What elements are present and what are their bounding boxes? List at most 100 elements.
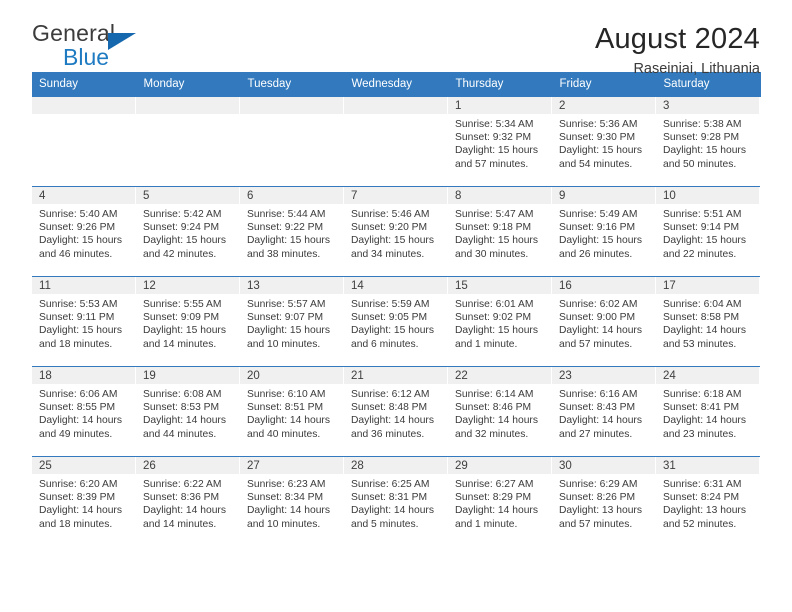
calendar-day-cell[interactable]: 21 Sunrise: 6:12 AM Sunset: 8:48 PM Dayligh… bbox=[344, 366, 448, 457]
calendar-day-cell[interactable]: 16 Sunrise: 6:02 AM Sunset: 9:00 PM Dayligh… bbox=[552, 276, 656, 367]
daylight-duration-line1: Daylight: 14 hours bbox=[247, 505, 330, 517]
weekday-header-sunday: Sunday bbox=[32, 72, 137, 97]
calendar-day-cell[interactable]: 7 Sunrise: 5:46 AM Sunset: 9:20 PM Daylight… bbox=[344, 186, 448, 277]
daylight-duration-line2: and 10 minutes. bbox=[247, 338, 321, 350]
calendar-day-cell[interactable]: 1 Sunrise: 5:34 AM Sunset: 9:32 PM Daylight… bbox=[448, 96, 552, 187]
calendar-day-cell[interactable]: 27 Sunrise: 6:23 AM Sunset: 8:34 PM Dayligh… bbox=[240, 456, 344, 546]
calendar-day-cell[interactable]: 25 Sunrise: 6:20 AM Sunset: 8:39 PM Dayligh… bbox=[32, 456, 136, 546]
day-details: Sunrise: 6:06 AM Sunset: 8:55 PM Daylight:… bbox=[32, 384, 135, 441]
calendar-day-cell[interactable]: 3 Sunrise: 5:38 AM Sunset: 9:28 PM Daylight… bbox=[656, 96, 760, 187]
daylight-duration-line1: Daylight: 13 hours bbox=[663, 505, 746, 517]
daylight-duration-line1: Daylight: 15 hours bbox=[351, 235, 434, 247]
calendar-day-cell[interactable]: 10 Sunrise: 5:51 AM Sunset: 9:14 PM Dayligh… bbox=[656, 186, 760, 277]
calendar-day-cell[interactable] bbox=[240, 96, 344, 187]
sunrise-time: Sunrise: 5:34 AM bbox=[455, 119, 534, 130]
sunrise-time: Sunrise: 6:10 AM bbox=[247, 389, 326, 400]
day-details: Sunrise: 5:57 AM Sunset: 9:07 PM Daylight:… bbox=[240, 294, 343, 351]
sunset-time: Sunset: 9:30 PM bbox=[559, 132, 636, 144]
calendar-day-cell[interactable]: 17 Sunrise: 6:04 AM Sunset: 8:58 PM Dayligh… bbox=[656, 276, 760, 367]
calendar-day-cell[interactable]: 12 Sunrise: 5:55 AM Sunset: 9:09 PM Dayligh… bbox=[136, 276, 240, 367]
general-blue-logo[interactable]: General Blue bbox=[32, 22, 172, 74]
day-cell: 15 Sunrise: 6:01 AM Sunset: 9:02 PM Dayligh… bbox=[448, 277, 552, 366]
sunrise-time: Sunrise: 5:55 AM bbox=[143, 299, 222, 310]
calendar-day-cell[interactable]: 2 Sunrise: 5:36 AM Sunset: 9:30 PM Daylight… bbox=[552, 96, 656, 187]
day-number: 10 bbox=[656, 187, 759, 204]
calendar-week-row: 18 Sunrise: 6:06 AM Sunset: 8:55 PM Dayligh… bbox=[32, 366, 760, 457]
daylight-duration-line2: and 34 minutes. bbox=[351, 248, 425, 260]
daylight-duration-line1: Daylight: 14 hours bbox=[455, 415, 538, 427]
calendar-day-cell[interactable] bbox=[136, 96, 240, 187]
calendar-day-cell[interactable]: 19 Sunrise: 6:08 AM Sunset: 8:53 PM Dayligh… bbox=[136, 366, 240, 457]
sunrise-time: Sunrise: 6:16 AM bbox=[559, 389, 638, 400]
calendar-day-cell[interactable]: 28 Sunrise: 6:25 AM Sunset: 8:31 PM Dayligh… bbox=[344, 456, 448, 546]
calendar-day-cell[interactable]: 14 Sunrise: 5:59 AM Sunset: 9:05 PM Dayligh… bbox=[344, 276, 448, 367]
day-details: Sunrise: 5:44 AM Sunset: 9:22 PM Daylight:… bbox=[240, 204, 343, 261]
day-number: 16 bbox=[552, 277, 655, 294]
daylight-duration-line2: and 23 minutes. bbox=[663, 428, 737, 440]
calendar-day-cell[interactable] bbox=[32, 96, 136, 187]
calendar-day-cell[interactable]: 8 Sunrise: 5:47 AM Sunset: 9:18 PM Daylight… bbox=[448, 186, 552, 277]
calendar-page: General Blue August 2024 Raseiniai, Lith… bbox=[0, 0, 792, 612]
day-details: Sunrise: 6:02 AM Sunset: 9:00 PM Daylight:… bbox=[552, 294, 655, 351]
calendar-day-cell[interactable]: 20 Sunrise: 6:10 AM Sunset: 8:51 PM Dayligh… bbox=[240, 366, 344, 457]
sunset-time: Sunset: 8:53 PM bbox=[143, 402, 220, 414]
day-details: Sunrise: 5:46 AM Sunset: 9:20 PM Daylight:… bbox=[344, 204, 447, 261]
calendar-day-cell[interactable]: 22 Sunrise: 6:14 AM Sunset: 8:46 PM Dayligh… bbox=[448, 366, 552, 457]
sunrise-time: Sunrise: 6:18 AM bbox=[663, 389, 742, 400]
day-number: 27 bbox=[240, 457, 343, 474]
day-cell: 5 Sunrise: 5:42 AM Sunset: 9:24 PM Daylight… bbox=[136, 187, 240, 276]
daylight-duration-line2: and 5 minutes. bbox=[351, 518, 419, 530]
day-number: 5 bbox=[136, 187, 239, 204]
day-number: 17 bbox=[656, 277, 759, 294]
calendar-day-cell[interactable]: 31 Sunrise: 6:31 AM Sunset: 8:24 PM Dayligh… bbox=[656, 456, 760, 546]
calendar-day-cell[interactable]: 30 Sunrise: 6:29 AM Sunset: 8:26 PM Dayligh… bbox=[552, 456, 656, 546]
calendar-day-cell[interactable]: 11 Sunrise: 5:53 AM Sunset: 9:11 PM Dayligh… bbox=[32, 276, 136, 367]
calendar-day-cell[interactable]: 9 Sunrise: 5:49 AM Sunset: 9:16 PM Daylight… bbox=[552, 186, 656, 277]
sunrise-time: Sunrise: 5:38 AM bbox=[663, 119, 742, 130]
calendar-day-cell[interactable]: 5 Sunrise: 5:42 AM Sunset: 9:24 PM Daylight… bbox=[136, 186, 240, 277]
calendar-day-cell[interactable] bbox=[344, 96, 448, 187]
day-details: Sunrise: 6:27 AM Sunset: 8:29 PM Daylight:… bbox=[448, 474, 551, 531]
day-details: Sunrise: 6:10 AM Sunset: 8:51 PM Daylight:… bbox=[240, 384, 343, 441]
daylight-duration-line2: and 10 minutes. bbox=[247, 518, 321, 530]
day-details: Sunrise: 5:49 AM Sunset: 9:16 PM Daylight:… bbox=[552, 204, 655, 261]
day-cell: 18 Sunrise: 6:06 AM Sunset: 8:55 PM Dayligh… bbox=[32, 367, 136, 456]
daylight-duration-line2: and 40 minutes. bbox=[247, 428, 321, 440]
day-cell-empty bbox=[344, 97, 448, 186]
calendar-day-cell[interactable]: 23 Sunrise: 6:16 AM Sunset: 8:43 PM Dayligh… bbox=[552, 366, 656, 457]
daylight-duration-line1: Daylight: 15 hours bbox=[455, 325, 538, 337]
daylight-duration-line2: and 18 minutes. bbox=[39, 338, 113, 350]
daylight-duration-line2: and 1 minute. bbox=[455, 518, 518, 530]
sunrise-time: Sunrise: 6:04 AM bbox=[663, 299, 742, 310]
daylight-duration-line1: Daylight: 14 hours bbox=[559, 415, 642, 427]
day-cell: 23 Sunrise: 6:16 AM Sunset: 8:43 PM Dayligh… bbox=[552, 367, 656, 456]
daylight-duration-line2: and 36 minutes. bbox=[351, 428, 425, 440]
daylight-duration-line1: Daylight: 15 hours bbox=[455, 235, 538, 247]
day-number: 25 bbox=[32, 457, 135, 474]
sunrise-time: Sunrise: 6:20 AM bbox=[39, 479, 118, 490]
calendar-day-cell[interactable]: 15 Sunrise: 6:01 AM Sunset: 9:02 PM Dayligh… bbox=[448, 276, 552, 367]
day-details: Sunrise: 6:25 AM Sunset: 8:31 PM Daylight:… bbox=[344, 474, 447, 531]
daylight-duration-line2: and 38 minutes. bbox=[247, 248, 321, 260]
sunset-time: Sunset: 8:51 PM bbox=[247, 402, 324, 414]
day-details: Sunrise: 6:01 AM Sunset: 9:02 PM Daylight:… bbox=[448, 294, 551, 351]
calendar-day-cell[interactable]: 29 Sunrise: 6:27 AM Sunset: 8:29 PM Dayligh… bbox=[448, 456, 552, 546]
sunrise-time: Sunrise: 5:53 AM bbox=[39, 299, 118, 310]
sunrise-time: Sunrise: 6:25 AM bbox=[351, 479, 430, 490]
daylight-duration-line1: Daylight: 15 hours bbox=[39, 235, 122, 247]
day-number: 7 bbox=[344, 187, 447, 204]
calendar-day-cell[interactable]: 13 Sunrise: 5:57 AM Sunset: 9:07 PM Dayligh… bbox=[240, 276, 344, 367]
day-details: Sunrise: 6:23 AM Sunset: 8:34 PM Daylight:… bbox=[240, 474, 343, 531]
day-cell: 27 Sunrise: 6:23 AM Sunset: 8:34 PM Dayligh… bbox=[240, 457, 344, 546]
sunset-time: Sunset: 9:07 PM bbox=[247, 312, 324, 324]
calendar-day-cell[interactable]: 4 Sunrise: 5:40 AM Sunset: 9:26 PM Daylight… bbox=[32, 186, 136, 277]
calendar-day-cell[interactable]: 18 Sunrise: 6:06 AM Sunset: 8:55 PM Dayligh… bbox=[32, 366, 136, 457]
calendar-day-cell[interactable]: 24 Sunrise: 6:18 AM Sunset: 8:41 PM Dayligh… bbox=[656, 366, 760, 457]
day-cell: 16 Sunrise: 6:02 AM Sunset: 9:00 PM Dayligh… bbox=[552, 277, 656, 366]
calendar-day-cell[interactable]: 6 Sunrise: 5:44 AM Sunset: 9:22 PM Daylight… bbox=[240, 186, 344, 277]
sunrise-time: Sunrise: 6:02 AM bbox=[559, 299, 638, 310]
day-cell: 20 Sunrise: 6:10 AM Sunset: 8:51 PM Dayligh… bbox=[240, 367, 344, 456]
day-cell: 9 Sunrise: 5:49 AM Sunset: 9:16 PM Daylight… bbox=[552, 187, 656, 276]
calendar-day-cell[interactable]: 26 Sunrise: 6:22 AM Sunset: 8:36 PM Dayligh… bbox=[136, 456, 240, 546]
daylight-duration-line2: and 30 minutes. bbox=[455, 248, 529, 260]
